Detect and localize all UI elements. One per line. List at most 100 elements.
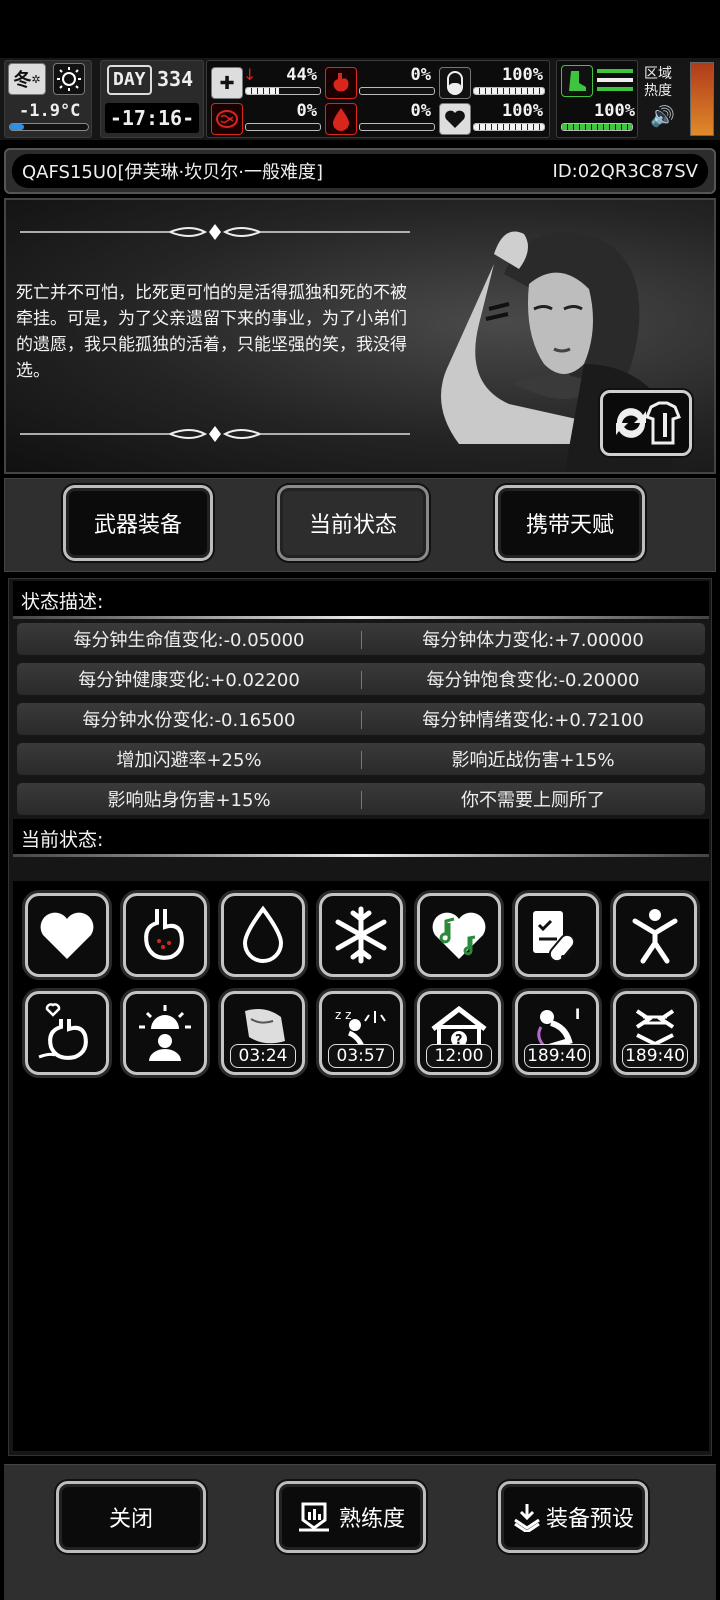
health-value: 44% (286, 65, 317, 85)
status-desc-heading: 状态描述: (21, 591, 104, 613)
status-hydration[interactable] (221, 893, 305, 977)
stretch-person-icon (632, 909, 678, 964)
preset-button-label: 装备预设 (545, 1507, 634, 1532)
boot-icon (561, 65, 593, 97)
thirst-bar (359, 123, 435, 131)
character-quote: 死亡并不可怕，比死更可怕的是活得孤独和死的不被牵挂。可是，为了父亲遗留下来的事业… (16, 283, 407, 381)
change-outfit-button[interactable] (600, 390, 692, 456)
effect-row: 增加闪避率+25% 影响近战伤害+15% (17, 743, 705, 775)
status-nausea[interactable]: I 189:40 (515, 991, 599, 1075)
status-shelter[interactable]: ? 12:00 (417, 991, 501, 1075)
endurance-value: 100% (594, 101, 635, 121)
effect-text: 影响贴身伤害+15% (107, 790, 271, 811)
top-ornament (20, 224, 410, 240)
effect-text: 影响近战伤害+15% (451, 750, 615, 771)
status-timer: 189:40 (524, 1044, 590, 1068)
health-bar (245, 87, 321, 95)
endurance-bar (561, 123, 633, 131)
season-badge: 冬 ✲ (8, 63, 46, 95)
character-title-bar: QAFS15U0[伊芙琳·坎贝尔·一般难度] ID:02QR3C87SV (4, 148, 716, 194)
endurance-panel: 100% (556, 60, 638, 138)
water-drop-icon (242, 905, 284, 963)
status-awake[interactable] (123, 991, 207, 1075)
status-medicated[interactable] (515, 893, 599, 977)
effect-text: 每分钟体力变化:+7.00000 (422, 630, 644, 651)
status-heart[interactable] (25, 893, 109, 977)
status-wounded[interactable]: 03:24 (221, 991, 305, 1075)
snowflake-icon (335, 906, 387, 964)
status-timer: 03:24 (230, 1044, 296, 1068)
tab-bar: 武器装备 当前状态 携带天赋 (4, 478, 716, 572)
status-icons-grid: 03:24 z z 03:57 ? 12:00 I 189:40 189:40 (13, 881, 709, 1451)
effects-list: 每分钟生命值变化:-0.05000 每分钟体力变化:+7.00000 每分钟健康… (17, 623, 705, 823)
hunger-value: 0% (410, 65, 431, 85)
stamina-value: 100% (502, 65, 543, 85)
status-sleepy[interactable]: z z 03:57 (319, 991, 403, 1075)
proficiency-icon (298, 1502, 329, 1532)
status-timer: 12:00 (426, 1044, 492, 1068)
pill-icon (439, 67, 471, 99)
bottom-action-bar: 关闭 熟练度 装备预设 (4, 1464, 716, 1600)
equipment-preset-button[interactable]: 装备预设 (498, 1481, 648, 1553)
effect-row: 每分钟生命值变化:-0.05000 每分钟体力变化:+7.00000 (17, 623, 705, 655)
status-area: 状态描述: 每分钟生命值变化:-0.05000 每分钟体力变化:+7.00000… (8, 578, 712, 1456)
effect-row: 每分钟水份变化:-0.16500 每分钟情绪变化:+0.72100 (17, 703, 705, 735)
svg-text:z z: z z (335, 1008, 351, 1022)
speaker-icon[interactable]: 🔊 (650, 104, 675, 128)
brain-icon (211, 103, 243, 135)
sun-icon (53, 63, 85, 95)
status-music[interactable] (417, 893, 501, 977)
status-stomach[interactable] (123, 893, 207, 977)
effect-row: 每分钟健康变化:+0.02200 每分钟饱食变化:-0.20000 (17, 663, 705, 695)
close-button[interactable]: 关闭 (56, 1481, 206, 1553)
tab-current-status[interactable]: 当前状态 (277, 485, 429, 561)
status-timer: 189:40 (622, 1044, 688, 1068)
effect-text: 增加闪避率+25% (116, 750, 262, 771)
weather-panel: 冬 ✲ -1.9°C (4, 60, 92, 138)
stomach-icon (325, 67, 357, 99)
status-hud: 冬✲ -1.9°C DAY 334 -17:16- ✚ ↓ 44% 0% 0% (0, 58, 720, 140)
zone-heat-label: 区域热度 (644, 66, 672, 99)
status-rested[interactable]: 189:40 (613, 991, 697, 1075)
svg-text:I: I (575, 1007, 580, 1023)
medkit-icon: ✚ (211, 67, 243, 99)
proficiency-button-label: 熟练度 (338, 1507, 405, 1532)
proficiency-button[interactable]: 熟练度 (276, 1481, 426, 1553)
season-label: 冬 (13, 70, 32, 91)
effect-text: 每分钟生命值变化:-0.05000 (73, 630, 305, 651)
temperature-bar (9, 123, 89, 131)
status-desc-header: 状态描述: (13, 581, 709, 619)
character-name: QAFS15U0[伊芙琳·坎贝尔·一般难度] (22, 162, 323, 183)
status-timer: 03:57 (328, 1044, 394, 1068)
effect-text: 每分钟健康变化:+0.02200 (78, 670, 300, 691)
stomach-icon (144, 909, 184, 960)
tab-weapons[interactable]: 武器装备 (63, 485, 213, 561)
stamina-bar (473, 87, 545, 95)
heart-icon (40, 912, 94, 959)
effect-text: 每分钟饱食变化:-0.20000 (426, 670, 640, 691)
preset-icon (514, 1504, 540, 1532)
change-outfit-icon (616, 401, 681, 445)
mood-value: 100% (502, 101, 543, 121)
stomach-heart-icon (38, 1003, 88, 1060)
day-clock-panel: DAY 334 -17:16- (100, 60, 204, 138)
heart-icon (439, 103, 471, 135)
status-cold[interactable] (319, 893, 403, 977)
effect-text: 每分钟情绪变化:+0.72100 (422, 710, 644, 731)
status-digestion[interactable] (25, 991, 109, 1075)
status-active[interactable] (613, 893, 697, 977)
hunger-bar (359, 87, 435, 95)
sunrise-person-icon (139, 1005, 191, 1061)
mood-bar (473, 123, 545, 131)
effect-text: 每分钟水份变化:-0.16500 (82, 710, 296, 731)
sanity-bar (245, 123, 321, 131)
temperature-readout: -1.9°C (19, 101, 81, 121)
character-panel: 死亡并不可怕，比死更可怕的是活得孤独和死的不被牵挂。可是，为了父亲遗留下来的事业… (4, 198, 716, 474)
day-label: DAY (107, 65, 152, 95)
survival-stats-panel: ✚ ↓ 44% 0% 0% 0% 100% 100% (206, 60, 550, 138)
sanity-value: 0% (296, 101, 317, 121)
medicine-icon (533, 911, 576, 963)
current-status-header: 当前状态: (13, 819, 709, 857)
music-heart-icon (432, 912, 486, 959)
tab-talents[interactable]: 携带天赋 (495, 485, 645, 561)
